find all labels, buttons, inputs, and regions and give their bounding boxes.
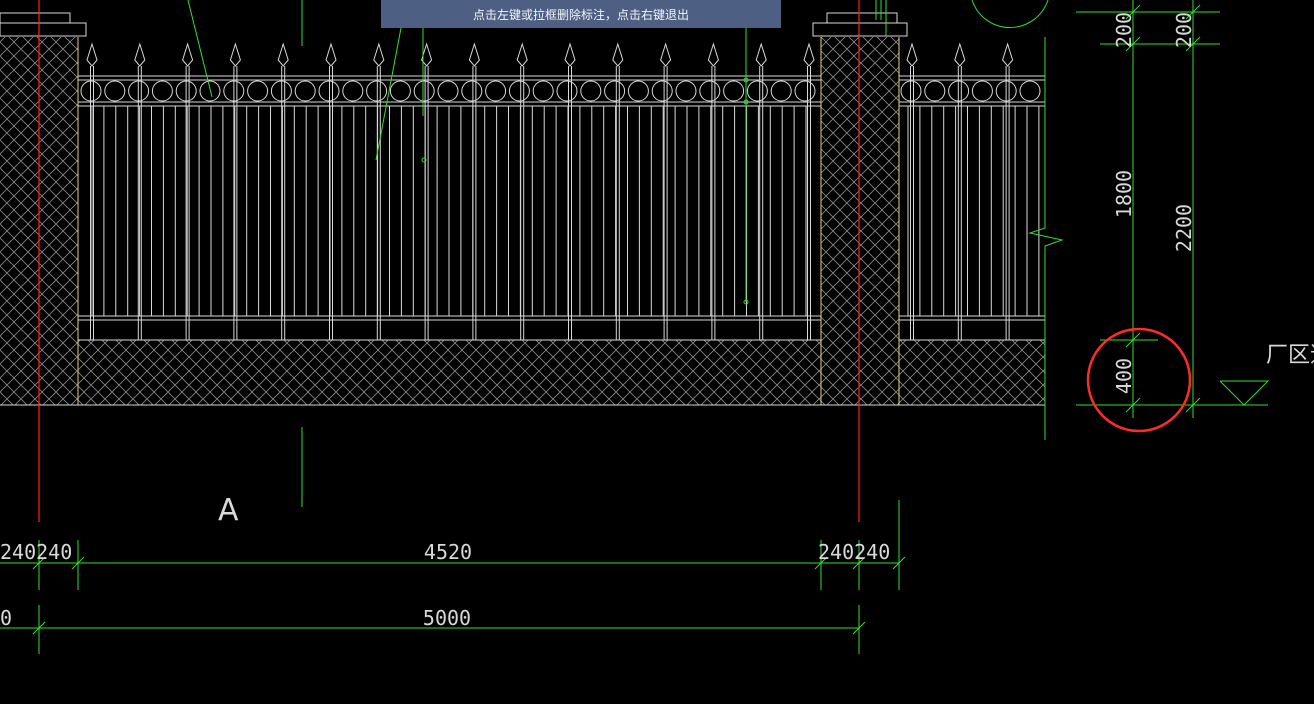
dim-row0-left-fragment: ) [0, 506, 2, 530]
fence-ring [746, 80, 768, 102]
prompt-message: 点击左键或拉框删除标注，点击右键退出 [472, 7, 689, 22]
spear-tip [229, 42, 241, 67]
fence-ring [413, 80, 435, 102]
fence-ring [924, 80, 946, 102]
vertical-dimension-texts: 200 1800 400 200 2200 [1112, 12, 1196, 394]
dim-row2-left: 0 [0, 606, 12, 630]
fence-ring [651, 80, 673, 102]
dim-row1-right: 240240 [818, 540, 890, 564]
fence-ring [294, 80, 316, 102]
spear-tip [612, 42, 624, 67]
horizontal-dimensions [0, 500, 906, 654]
spear-tip [660, 42, 672, 67]
spear-tip [86, 42, 98, 67]
highlight-marker-circle[interactable] [1086, 327, 1192, 433]
fence-ring [723, 80, 745, 102]
spear-tip [182, 42, 194, 67]
fence-ring [342, 80, 364, 102]
fence-ring [199, 80, 221, 102]
spear-tip [707, 42, 719, 67]
side-label: 厂区道 [1266, 343, 1314, 368]
spear-tip [373, 42, 385, 67]
fence-ring [1019, 80, 1041, 102]
grid-axis-label: A [218, 493, 239, 528]
fence-ring [794, 80, 816, 102]
masonry-hatch [0, 37, 1045, 405]
fence-ring [247, 80, 269, 102]
fence-ring [437, 80, 459, 102]
fence-ring [151, 80, 173, 102]
fence-ring [366, 80, 388, 102]
fence-ring [675, 80, 697, 102]
dim-row2-middle: 5000 [423, 606, 471, 630]
fence-ring [699, 80, 721, 102]
dim-row1-middle: 4520 [424, 540, 472, 564]
spear-tip [755, 42, 767, 67]
dim-inner-bottom: 400 [1112, 358, 1136, 394]
spear-tip [516, 42, 528, 67]
spear-tip [803, 42, 815, 67]
fence-ring [389, 80, 411, 102]
fence-ring [461, 80, 483, 102]
fence-ring [556, 80, 578, 102]
spear-tip [906, 42, 918, 67]
spear-tip [325, 42, 337, 67]
dim-outer-total: 2200 [1172, 204, 1196, 252]
spear-tip [564, 42, 576, 67]
fence-ring [508, 80, 530, 102]
dim-outer-top: 200 [1172, 12, 1196, 48]
fence-ring [604, 80, 626, 102]
dim-inner-middle: 1800 [1112, 170, 1136, 218]
dim-inner-top: 200 [1112, 12, 1136, 48]
fence-ring [627, 80, 649, 102]
fence-ring [532, 80, 554, 102]
cad-drawing-canvas[interactable]: 200 1800 400 200 2200 厂区道 [0, 0, 1314, 704]
command-prompt-bar: 点击左键或拉框删除标注，点击右键退出 [381, 0, 781, 28]
fence-ring [580, 80, 602, 102]
spear-tip [1002, 42, 1014, 67]
fence-ring [485, 80, 507, 102]
spear-tip [954, 42, 966, 67]
fence-ring [104, 80, 126, 102]
dim-row1-left: 240240 [0, 540, 72, 564]
fence-ring [971, 80, 993, 102]
spear-tip [468, 42, 480, 67]
spear-tip [277, 42, 289, 67]
fence-ring [770, 80, 792, 102]
horizontal-dimension-texts: 240240 4520 240240 0 5000 ) [0, 506, 890, 630]
spear-tip [134, 42, 146, 67]
